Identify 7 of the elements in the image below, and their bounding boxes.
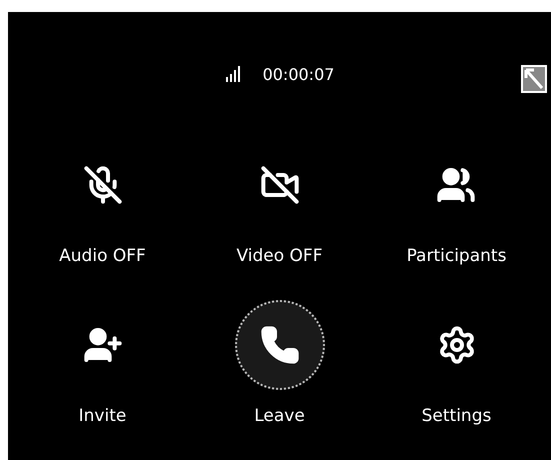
call-control-button[interactable]: Leave [234, 300, 324, 460]
call-control-button[interactable]: Settings [412, 300, 502, 460]
call-control-button[interactable]: Audio OFF [58, 140, 148, 300]
call-control-button[interactable]: Invite [58, 300, 148, 460]
call-control-button[interactable]: Video OFF [234, 140, 324, 300]
call-control-button[interactable]: Participants [406, 140, 506, 300]
call-timer: 00:00:07 [262, 64, 334, 84]
